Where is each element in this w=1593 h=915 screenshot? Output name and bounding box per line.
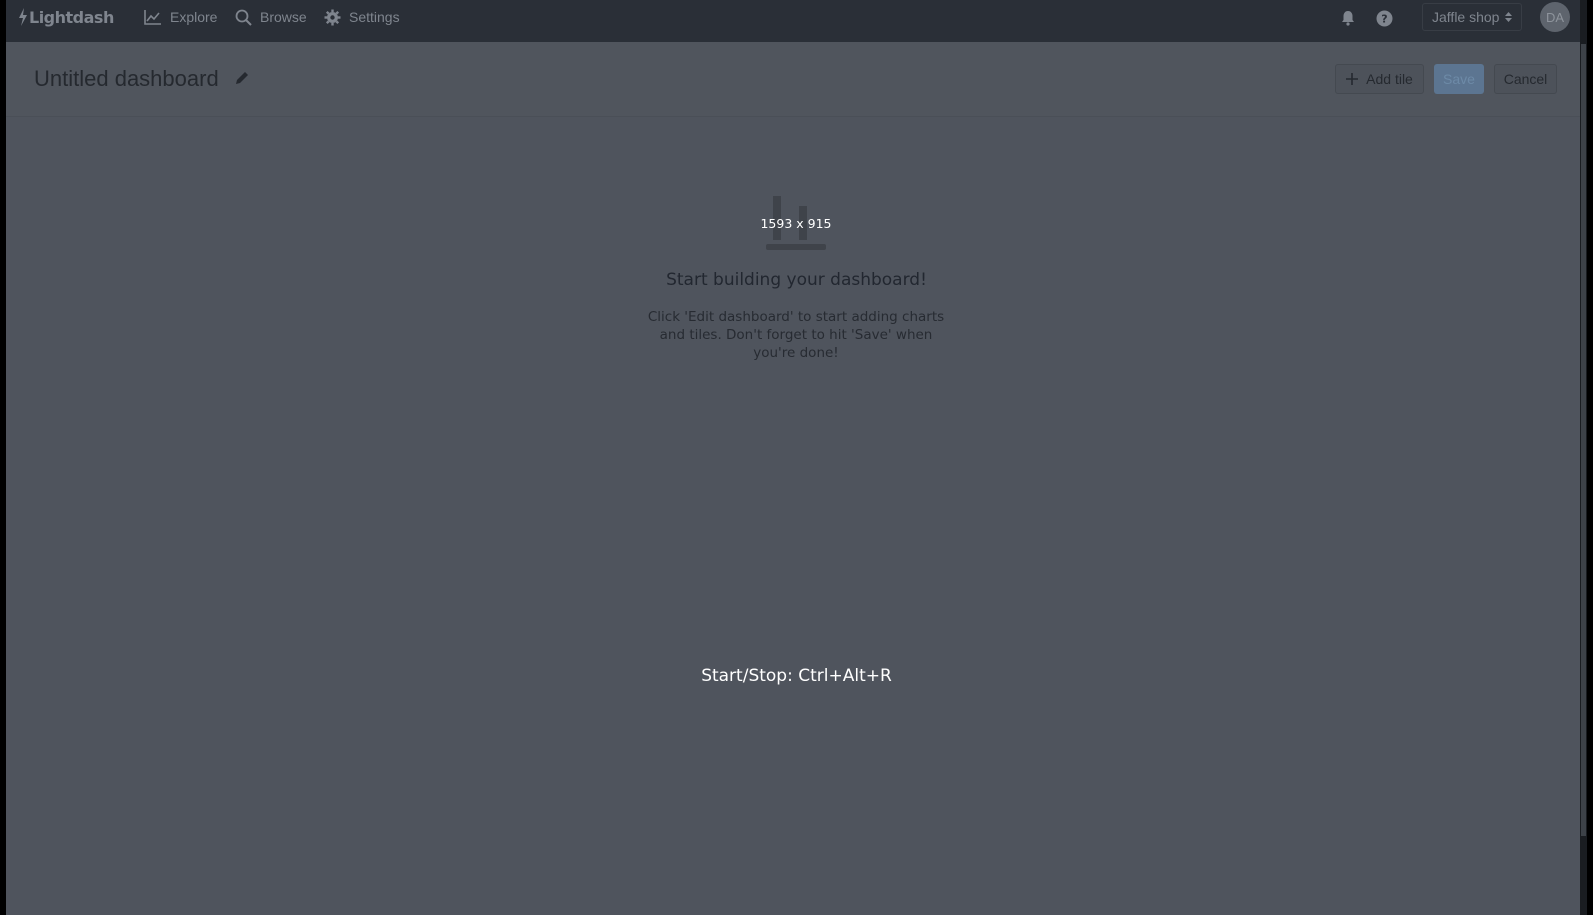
cancel-button[interactable]: Cancel (1494, 64, 1557, 94)
help-icon: ? (1376, 10, 1392, 26)
chart-icon (144, 10, 161, 25)
notifications-button[interactable] (1338, 8, 1358, 28)
nav-browse-label: Browse (260, 9, 307, 25)
add-tile-label: Add tile (1366, 71, 1413, 87)
project-selector[interactable]: Jaffle shop (1422, 3, 1522, 31)
top-navbar: Lightdash Explore Browse Settings ? Jaff… (6, 0, 1587, 42)
bell-icon (1342, 11, 1354, 26)
sort-caret-icon (1505, 12, 1512, 22)
cancel-label: Cancel (1503, 71, 1548, 87)
save-button[interactable]: Save (1434, 64, 1484, 94)
user-avatar[interactable]: DA (1540, 2, 1570, 32)
empty-state-description: Click 'Edit dashboard' to start adding c… (647, 309, 945, 361)
gear-icon (324, 9, 341, 25)
add-tile-button[interactable]: Add tile (1335, 64, 1424, 94)
help-button[interactable]: ? (1374, 8, 1394, 28)
save-label: Save (1443, 71, 1475, 87)
plus-icon (1346, 73, 1359, 85)
app-window: Lightdash Explore Browse Settings ? Jaff… (6, 0, 1587, 915)
avatar-initials: DA (1545, 9, 1565, 25)
lightning-icon (19, 8, 27, 26)
dimensions-label: 1593 x 915 (760, 216, 832, 231)
edit-pencil-icon[interactable] (234, 70, 250, 86)
nav-browse[interactable]: Browse (235, 6, 307, 28)
logo-text: Lightdash (29, 7, 114, 27)
dashboard-header: Untitled dashboard Add tile Save Cancel (6, 42, 1587, 117)
recording-hint: Start/Stop: Ctrl+Alt+R (701, 666, 892, 686)
search-icon (235, 9, 252, 26)
scrollbar-thumb[interactable] (1581, 44, 1586, 836)
nav-settings-label: Settings (349, 9, 400, 25)
dashboard-title: Untitled dashboard (34, 66, 219, 91)
nav-settings[interactable]: Settings (324, 6, 400, 28)
project-selector-value: Jaffle shop (1432, 9, 1500, 25)
empty-state-title: Start building your dashboard! (666, 270, 927, 290)
nav-explore-label: Explore (170, 9, 218, 25)
svg-text:?: ? (1381, 12, 1387, 25)
lightdash-logo[interactable]: Lightdash (18, 6, 114, 28)
nav-explore[interactable]: Explore (144, 6, 217, 28)
